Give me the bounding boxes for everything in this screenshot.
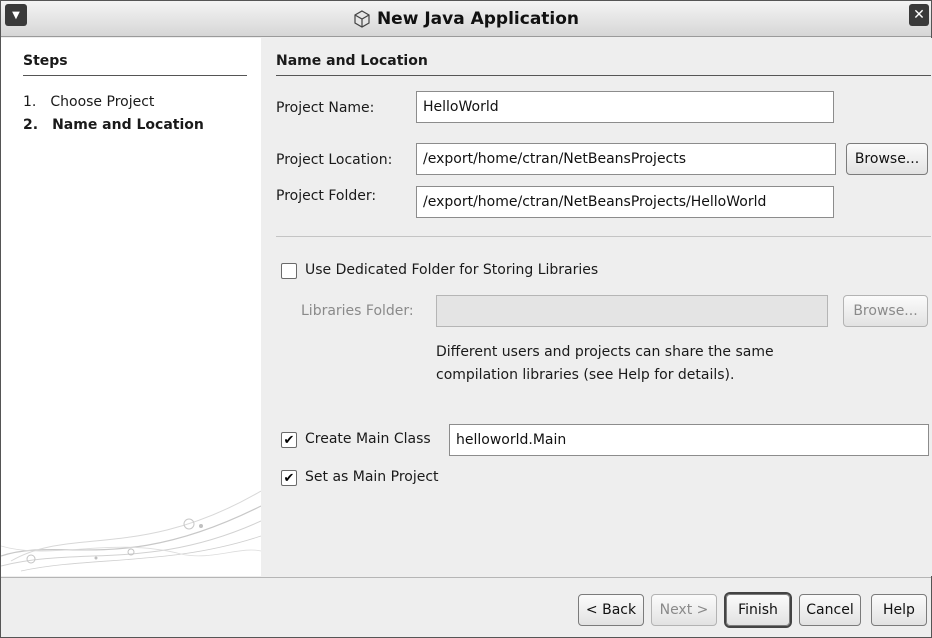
project-folder-input[interactable]: /export/home/ctran/NetBeansProjects/Hell…: [416, 186, 834, 218]
project-folder-label: Project Folder:: [276, 188, 377, 204]
libraries-folder-input[interactable]: [436, 295, 828, 327]
set-main-project-label: Set as Main Project: [305, 469, 439, 485]
browse-libraries-button[interactable]: Browse...: [843, 295, 928, 327]
libraries-help-line-1: Different users and projects can share t…: [436, 344, 774, 360]
dedicated-folder-label: Use Dedicated Folder for Storing Librari…: [305, 262, 599, 278]
panel-title-divider: [276, 75, 931, 76]
checkmark-icon: ✔: [283, 432, 295, 448]
step-choose-project: 1. Choose Project: [23, 94, 154, 110]
help-button[interactable]: Help: [871, 594, 927, 626]
libraries-help-line-2: compilation libraries (see Help for deta…: [436, 367, 735, 383]
main-class-input[interactable]: helloworld.Main: [449, 424, 929, 456]
java-cube-icon: [354, 10, 370, 28]
panel-title: Name and Location: [276, 53, 428, 69]
project-location-label: Project Location:: [276, 152, 393, 168]
cancel-button[interactable]: Cancel: [799, 594, 861, 626]
steps-divider: [23, 75, 247, 76]
step-label: Name and Location: [52, 117, 204, 133]
step-number: 2.: [23, 117, 39, 133]
libraries-folder-label: Libraries Folder:: [301, 303, 414, 319]
step-label: Choose Project: [50, 94, 155, 110]
next-button[interactable]: Next >: [651, 594, 717, 626]
window-close-button[interactable]: ✕: [909, 4, 929, 26]
finish-button[interactable]: Finish: [726, 594, 790, 626]
project-name-label: Project Name:: [276, 100, 375, 116]
section-separator: [276, 236, 931, 237]
create-main-class-label: Create Main Class: [305, 431, 431, 447]
project-location-input[interactable]: /export/home/ctran/NetBeansProjects: [416, 143, 836, 175]
step-number: 1.: [23, 94, 37, 110]
name-and-location-panel: Name and Location Project Name: HelloWor…: [261, 38, 932, 576]
set-main-project-checkbox[interactable]: ✔: [281, 470, 297, 486]
step-name-and-location: 2. Name and Location: [23, 117, 204, 133]
dedicated-folder-checkbox[interactable]: [281, 263, 297, 279]
project-name-input[interactable]: HelloWorld: [416, 91, 834, 123]
checkmark-icon: ✔: [283, 470, 295, 486]
close-icon: ✕: [913, 7, 925, 23]
decorative-swoosh-graphic: [1, 490, 261, 572]
steps-panel: Steps 1. Choose Project 2. Name and Loca…: [1, 38, 261, 576]
window-title: New Java Application: [376, 9, 580, 29]
dialog-window: ▼ New Java Application ✕ Steps 1. Choose…: [0, 0, 932, 638]
button-bar: < Back Next > Finish Cancel Help: [1, 578, 931, 637]
title-bar: ▼ New Java Application ✕: [1, 1, 931, 37]
browse-location-button[interactable]: Browse...: [846, 143, 928, 175]
back-button[interactable]: < Back: [578, 594, 644, 626]
create-main-class-checkbox[interactable]: ✔: [281, 432, 297, 448]
steps-title: Steps: [23, 53, 68, 69]
